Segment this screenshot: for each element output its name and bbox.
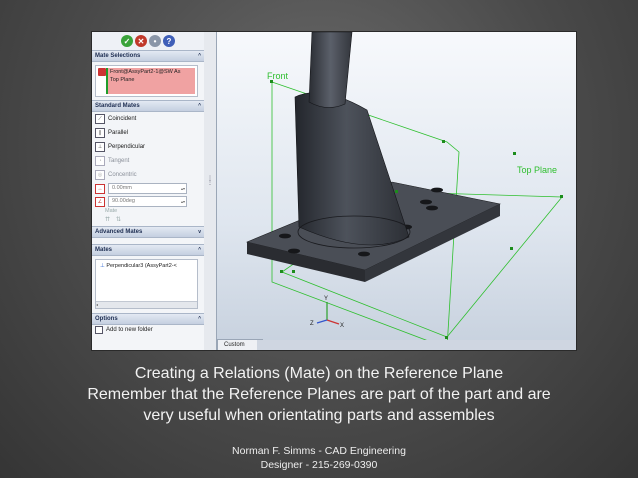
perpendicular-icon: ⊥ [95, 142, 105, 152]
distance-value: 0.00mm [112, 185, 132, 191]
perpendicular-mate-icon: ⊥ [100, 263, 105, 269]
front-plane-label: Front [267, 71, 289, 81]
options-title: Options [95, 316, 118, 322]
cone-boss[interactable] [294, 92, 410, 246]
angle-row: ∠ 90.00deg ▴▾ [92, 195, 204, 208]
cad-screenshot: ✓ ✕ • ? Mate Selections ^ Front@AssyPart… [91, 31, 577, 351]
model-view: Front Top Plane Y X Z [246, 32, 563, 349]
angle-input[interactable]: 90.00deg ▴▾ [108, 196, 187, 207]
mate-alignment-icons[interactable]: ⇈⇅ [92, 216, 204, 226]
spinner-icon[interactable]: ▴▾ [181, 197, 185, 206]
distance-row: ↔ 0.00mm ▴▾ [92, 182, 204, 195]
standard-mates-header[interactable]: Standard Mates ^ [92, 100, 204, 112]
mate-option-label: Tangent [108, 158, 130, 164]
mate-alignment-label: Mate [105, 208, 118, 214]
mate-option-label: Parallel [108, 130, 129, 136]
panel-splitter[interactable]: ⋮ ⋮ [204, 32, 217, 350]
hole[interactable] [426, 205, 438, 211]
collapse-icon[interactable]: ^ [198, 245, 201, 255]
mate-list-item[interactable]: ⊥ Perpendicular3 (AssyPart2-< [100, 263, 177, 269]
concentric-icon: ◎ [95, 170, 105, 180]
spinner-icon[interactable]: ▴▾ [181, 184, 185, 193]
graphics-viewport[interactable]: Front Top Plane Y X Z [217, 32, 576, 350]
view-triad[interactable]: Y X Z [310, 296, 344, 329]
collapse-icon[interactable]: ^ [198, 101, 201, 111]
options-header[interactable]: Options ^ [92, 313, 204, 325]
angle-icon: ∠ [95, 196, 105, 207]
mate-option-perpendicular[interactable]: ⊥ Perpendicular [92, 140, 204, 154]
help-icon[interactable]: ? [163, 35, 175, 47]
hole[interactable] [358, 251, 370, 257]
standard-mates-title: Standard Mates [95, 103, 140, 109]
expand-icon[interactable]: v [198, 227, 201, 237]
mate-option-label: Concentric [108, 172, 137, 178]
add-to-folder-label: Add to new folder [106, 327, 153, 333]
angle-value: 90.00deg [112, 198, 135, 204]
property-manager-panel: ✓ ✕ • ? Mate Selections ^ Front@AssyPart… [92, 32, 205, 350]
cancel-x-icon[interactable]: ✕ [135, 35, 147, 47]
hole[interactable] [288, 248, 300, 254]
selection-item-front[interactable]: Front@AssyPart2-1@SW As [110, 69, 190, 76]
triad-x-label: X [340, 323, 344, 329]
mates-list[interactable]: ⊥ Perpendicular3 (AssyPart2-< ◂ [95, 259, 198, 309]
ok-check-icon[interactable]: ✓ [121, 35, 133, 47]
triad-z-label: Z [310, 321, 314, 327]
horizontal-scrollbar[interactable]: ◂ [96, 301, 197, 308]
hole[interactable] [420, 199, 432, 205]
selection-item-top-plane[interactable]: Top Plane [110, 77, 190, 84]
mate-option-label: Perpendicular [108, 144, 146, 150]
distance-icon: ↔ [95, 183, 105, 194]
mates-title: Mates [95, 247, 113, 253]
add-to-folder-checkbox[interactable] [95, 326, 103, 334]
advanced-mates-title: Advanced Mates [95, 229, 143, 235]
mate-selections-box[interactable]: Front@AssyPart2-1@SW As Top Plane [95, 65, 198, 97]
mate-option-tangent[interactable]: ◔ Tangent [92, 154, 204, 168]
view-tab-label: Custom [224, 342, 245, 348]
view-tab-bar [257, 340, 576, 350]
hole[interactable] [431, 187, 443, 193]
collapse-icon[interactable]: ^ [198, 314, 201, 324]
tangent-icon: ◔ [95, 156, 105, 166]
mate-option-coincident[interactable]: ⟋ Coincident [92, 112, 204, 126]
mate-option-label: Coincident [108, 116, 137, 122]
tube[interactable] [308, 32, 353, 108]
parallel-icon: ∥ [95, 128, 105, 138]
caption-line-2: Remember that the Reference Planes are p… [87, 386, 551, 403]
mate-option-parallel[interactable]: ∥ Parallel [92, 126, 204, 140]
coincident-icon: ⟋ [95, 114, 105, 124]
mate-selections-header[interactable]: Mate Selections ^ [92, 50, 204, 62]
triad-y-label: Y [324, 296, 328, 302]
property-manager-actions: ✓ ✕ • ? [92, 32, 204, 50]
top-plane-label: Top Plane [517, 165, 557, 175]
pushpin-icon[interactable]: • [149, 35, 161, 47]
mate-selections-title: Mate Selections [95, 53, 141, 59]
splitter-grip-icon[interactable]: ⋮ ⋮ [207, 176, 213, 186]
mates-header[interactable]: Mates ^ [92, 244, 204, 256]
distance-input[interactable]: 0.00mm ▴▾ [108, 183, 187, 194]
add-to-folder-option[interactable]: Add to new folder [92, 325, 204, 335]
mate-option-concentric[interactable]: ◎ Concentric [92, 168, 204, 182]
selection-pin-icon [98, 68, 106, 76]
hole[interactable] [279, 233, 291, 239]
advanced-mates-header[interactable]: Advanced Mates v [92, 226, 204, 238]
caption-line-3: very useful when orientating parts and a… [143, 407, 495, 424]
credit-line-1: Norman F. Simms - CAD Engineering [232, 445, 406, 457]
collapse-icon[interactable]: ^ [198, 51, 201, 61]
caption-line-1: Creating a Relations (Mate) on the Refer… [134, 365, 504, 382]
mate-list-item-label: Perpendicular3 (AssyPart2-< [106, 263, 177, 269]
credit-line-2: Designer - 215-269-0390 [260, 459, 378, 471]
